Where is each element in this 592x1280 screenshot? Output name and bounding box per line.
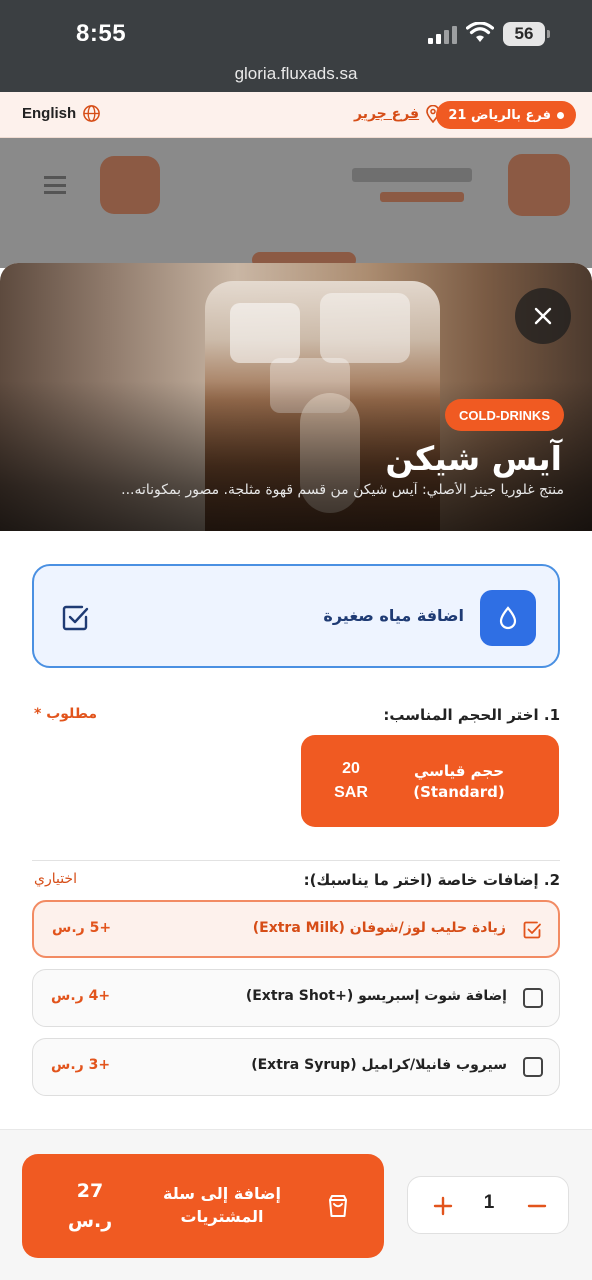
brand-tagline-placeholder <box>380 192 464 202</box>
product-image: COLD-DRINKS آيس شيكن منتج غلوريا جينز ال… <box>0 263 592 531</box>
bottom-action-bar: 27 ر.س إضافة إلى سلة المشتريات 1 <box>0 1129 592 1280</box>
cellular-signal-icon <box>428 26 458 44</box>
checkbox-icon[interactable] <box>523 988 543 1008</box>
size-name-en: (Standard) <box>413 783 505 801</box>
status-dot <box>557 111 564 119</box>
extra-option-label: زيادة حليب لوز/شوفان (Extra Milk) <box>252 920 506 936</box>
cart-total-value: 27 <box>76 1180 104 1202</box>
branch-count-text: 21 فرع بالرياض <box>448 107 551 123</box>
size-option-standard[interactable]: حجم قياسي (Standard) 20 SAR <box>301 735 559 827</box>
water-option-label: اضافة مياه صغيرة <box>323 606 464 625</box>
checkbox-icon[interactable] <box>523 1057 543 1077</box>
cart-icon <box>100 156 160 214</box>
add-to-cart-line2: المشتريات <box>180 1207 264 1226</box>
ice-cube <box>230 303 300 363</box>
extra-option-label: إضافة شوت إسبريسو (+Extra Shot) <box>245 988 507 1004</box>
quantity-stepper[interactable]: 1 <box>407 1176 569 1234</box>
logo-icon <box>508 154 570 216</box>
size-price-currency: SAR <box>334 784 368 801</box>
extra-option-shot[interactable]: إضافة شوت إسبريسو (+Extra Shot) +4 ر.س <box>32 969 560 1027</box>
add-to-cart-label: إضافة إلى سلة المشتريات <box>152 1182 292 1228</box>
extra-option-price: +3 ر.س <box>51 1057 111 1073</box>
branch-selector[interactable]: فرع جرير <box>354 105 441 123</box>
plus-icon[interactable] <box>430 1193 456 1219</box>
product-description: منتج غلوريا جينز الأصلي: آيس شيكن من قسم… <box>121 482 564 498</box>
water-option-card[interactable]: اضافة مياه صغيرة <box>32 564 560 668</box>
extra-option-label: سيروب فانيلا/كراميل (Extra Syrup) <box>251 1057 507 1073</box>
quantity-value: 1 <box>483 1192 495 1213</box>
section-divider <box>32 860 560 861</box>
size-option-name: حجم قياسي (Standard) <box>389 761 529 803</box>
size-section-title: 1. اختر الحجم المناسب: <box>383 706 560 724</box>
required-tag: مطلوب * <box>34 706 98 722</box>
size-option-price: 20 SAR <box>321 757 381 805</box>
branch-count-badge[interactable]: 21 فرع بالرياض <box>436 101 576 129</box>
wifi-icon <box>466 22 494 42</box>
product-title: آيس شيكن <box>385 439 562 478</box>
status-bar: 8:55 56 <box>0 0 592 62</box>
extra-option-milk[interactable]: زيادة حليب لوز/شوفان (Extra Milk) +5 ر.س <box>32 900 560 958</box>
checkbox-checked-icon[interactable] <box>60 603 90 633</box>
minus-icon[interactable] <box>524 1193 550 1219</box>
globe-icon <box>83 105 101 122</box>
brand-name-placeholder <box>352 168 472 182</box>
size-name-ar: حجم قياسي <box>413 762 505 780</box>
close-button[interactable] <box>515 288 571 344</box>
shopping-bag-icon <box>329 1195 347 1217</box>
cart-total: 27 ر.س <box>60 1176 120 1236</box>
add-to-cart-button[interactable]: 27 ر.س إضافة إلى سلة المشتريات <box>22 1154 384 1258</box>
size-price-value: 20 <box>342 760 360 777</box>
dimmed-header-backdrop[interactable] <box>0 138 592 268</box>
menu-icon <box>44 176 66 194</box>
cart-total-currency: ر.س <box>67 1210 113 1232</box>
branch-label: فرع جرير <box>354 106 420 122</box>
top-info-bar: English فرع جرير 21 فرع بالرياض <box>0 92 592 138</box>
category-badge: COLD-DRINKS <box>445 399 564 431</box>
water-drop-icon-box <box>480 590 536 646</box>
language-label: English <box>22 105 77 122</box>
product-sheet: COLD-DRINKS آيس شيكن منتج غلوريا جينز ال… <box>0 263 592 1280</box>
extras-section-title: 2. إضافات خاصة (اختر ما يناسبك): <box>303 871 560 889</box>
extra-option-syrup[interactable]: سيروب فانيلا/كراميل (Extra Syrup) +3 ر.س <box>32 1038 560 1096</box>
battery-indicator: 56 <box>503 22 550 46</box>
add-to-cart-line1: إضافة إلى سلة <box>163 1184 281 1203</box>
extra-option-price: +4 ر.س <box>51 988 111 1004</box>
language-switch[interactable]: English <box>22 104 101 123</box>
ice-cube <box>320 293 410 363</box>
checkbox-checked-icon[interactable] <box>522 920 542 940</box>
extra-option-price: +5 ر.س <box>52 920 112 936</box>
water-drop-icon <box>499 606 517 630</box>
page: 8:55 56 gloria.fluxads.sa English فرع جر… <box>0 0 592 1280</box>
optional-tag: اختياري <box>34 871 77 887</box>
status-time: 8:55 <box>76 20 127 47</box>
url-bar[interactable]: gloria.fluxads.sa <box>0 62 592 92</box>
close-icon <box>534 307 552 325</box>
